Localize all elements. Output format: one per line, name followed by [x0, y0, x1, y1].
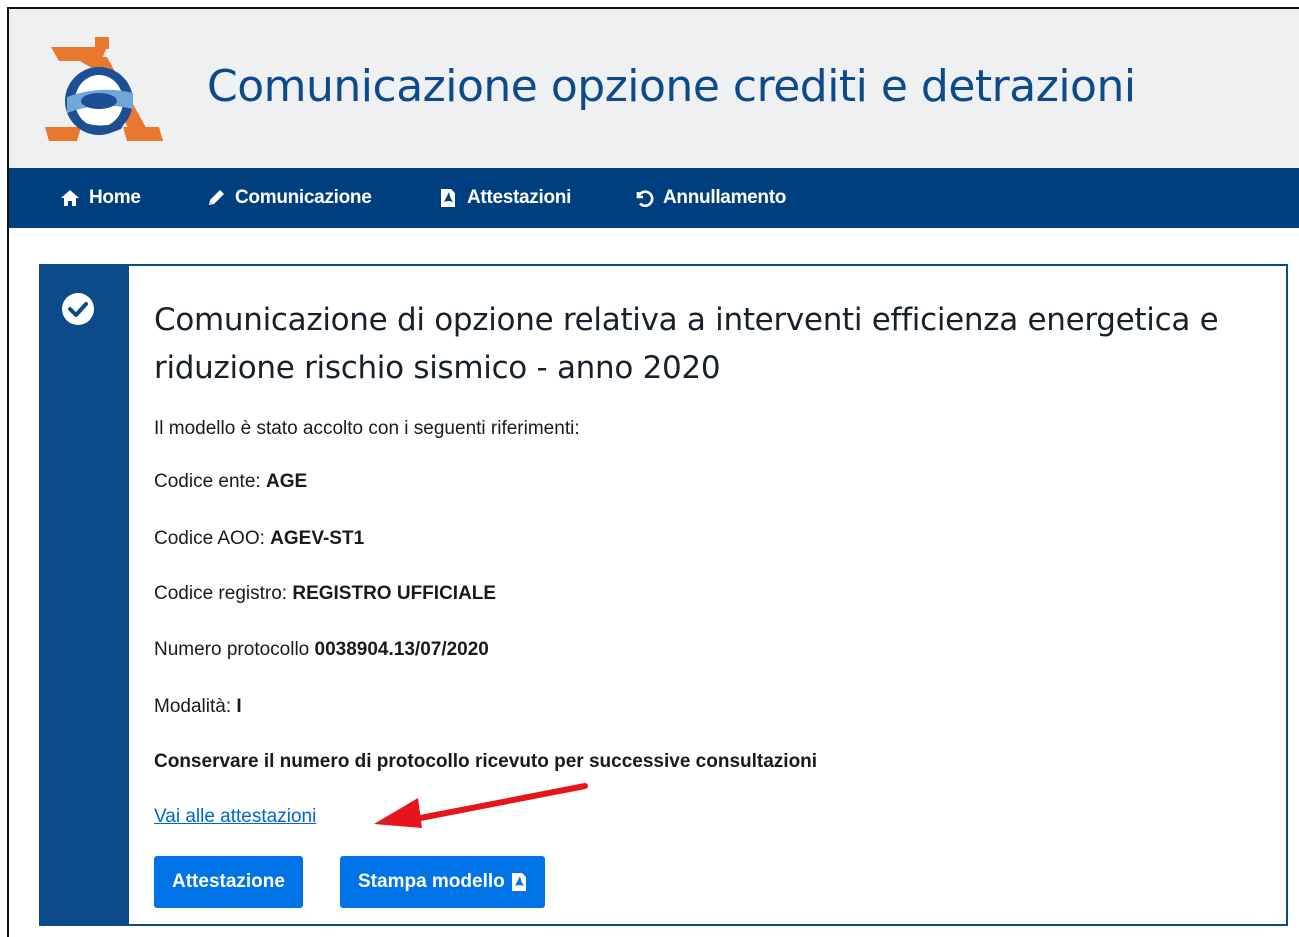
pdf-file-icon — [511, 873, 526, 891]
field-label: Codice registro: — [154, 583, 293, 604]
nav-item-label: Comunicazione — [235, 187, 372, 208]
undo-icon — [633, 188, 655, 208]
field-label: Codice ente: — [154, 471, 266, 492]
vai-alle-attestazioni-link[interactable]: Vai alle attestazioni — [154, 806, 316, 828]
field-codice-aoo: Codice AOO: AGEV-ST1 — [154, 528, 364, 550]
field-value: 0038904.13/07/2020 — [314, 639, 489, 660]
intro-text: Il modello è stato accolto con i seguent… — [154, 418, 580, 439]
pencil-icon — [205, 188, 227, 208]
agenzia-entrate-logo — [45, 37, 163, 141]
attestazione-button[interactable]: Attestazione — [154, 856, 303, 908]
field-modalita: Modalità: I — [154, 696, 242, 718]
field-numero-protocollo: Numero protocollo 0038904.13/07/2020 — [154, 639, 489, 661]
notice-text: Conservare il numero di protocollo ricev… — [154, 751, 818, 772]
field-label: Modalità: — [154, 696, 237, 717]
field-codice-registro: Codice registro: REGISTRO UFFICIALE — [154, 583, 496, 605]
field-value: I — [236, 696, 242, 717]
button-label: Stampa modello — [358, 871, 505, 892]
pdf-file-icon — [437, 188, 459, 208]
button-label: Attestazione — [172, 871, 285, 892]
home-icon — [59, 188, 81, 208]
field-codice-ente: Codice ente: AGE — [154, 471, 307, 493]
field-value: AGEV-ST1 — [270, 528, 365, 549]
card-title: Comunicazione di opzione relativa a inte… — [154, 302, 1219, 386]
nav-item-label: Attestazioni — [467, 187, 572, 208]
nav-item-annullamento[interactable]: Annullamento — [633, 168, 786, 228]
stampa-modello-button[interactable]: Stampa modello — [340, 856, 545, 908]
nav-item-label: Annullamento — [663, 187, 787, 208]
field-value: AGE — [265, 471, 308, 492]
nav-item-comunicazione[interactable]: Comunicazione — [205, 168, 372, 228]
field-label: Codice AOO: — [154, 528, 271, 549]
app-header: Comunicazione opzione crediti e detrazio… — [9, 9, 1299, 169]
nav-item-label: Home — [89, 187, 141, 208]
field-label: Numero protocollo — [154, 639, 315, 660]
field-value: REGISTRO UFFICIALE — [292, 583, 497, 604]
nav-item-attestazioni[interactable]: Attestazioni — [437, 168, 571, 228]
main-navbar: Home Comunicazione Attestazioni Annullam… — [9, 168, 1299, 228]
result-card: Comunicazione di opzione relativa a inte… — [39, 264, 1288, 926]
app-title: Comunicazione opzione crediti e detrazio… — [207, 61, 1136, 112]
check-circle-icon — [62, 293, 94, 325]
annotation-arrow — [374, 783, 588, 828]
nav-item-home[interactable]: Home — [59, 168, 141, 228]
card-accent-bar — [41, 266, 129, 924]
